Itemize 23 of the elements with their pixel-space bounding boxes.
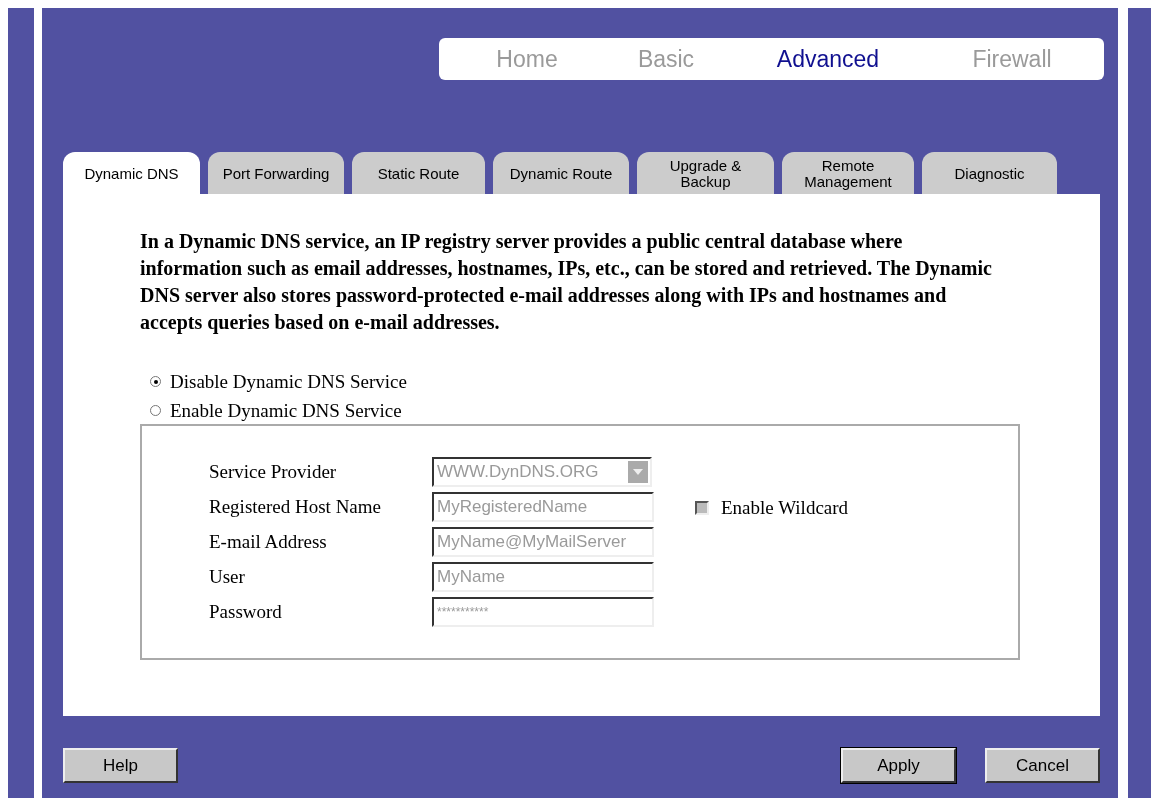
field-label: Registered Host Name (209, 496, 382, 518)
radio-button[interactable] (150, 376, 161, 387)
tab[interactable]: Upgrade & Backup (637, 152, 774, 194)
option-label: Enable Dynamic DNS Service (170, 399, 402, 422)
field-label: Password (209, 601, 283, 623)
option-label: Disable Dynamic DNS Service (170, 370, 407, 393)
field-label: User (209, 566, 246, 588)
action-button[interactable]: Help (63, 748, 178, 783)
field-label: Service Provider (209, 461, 338, 483)
description-text: In a Dynamic DNS service, an IP registry server provides a public central database where information such as email addresses, hostnames, IPs, etc., can be stored and retrieved. The Dynamic DNS server also stores password-protected e-mail addresses along with IPs and hostnames and accepts queries based on e-mail addresses. (140, 229, 993, 336)
tab[interactable]: Remote Management (782, 152, 914, 194)
tab[interactable]: Diagnostic (922, 152, 1057, 194)
nav-link[interactable]: Advanced (776, 45, 880, 73)
caret-icon (628, 461, 648, 483)
radio-button[interactable] (150, 405, 161, 416)
action-button[interactable]: Cancel (985, 748, 1100, 783)
tab[interactable]: Dynamic Route (493, 152, 629, 194)
checkbox-label: Enable Wildcard (721, 497, 849, 519)
tab[interactable]: Dynamic DNS (63, 152, 200, 194)
tab[interactable]: Port Forwarding (208, 152, 344, 194)
field-label: E-mail Address (209, 531, 328, 553)
tab[interactable]: Static Route (352, 152, 485, 194)
action-button[interactable]: Apply (841, 748, 956, 783)
